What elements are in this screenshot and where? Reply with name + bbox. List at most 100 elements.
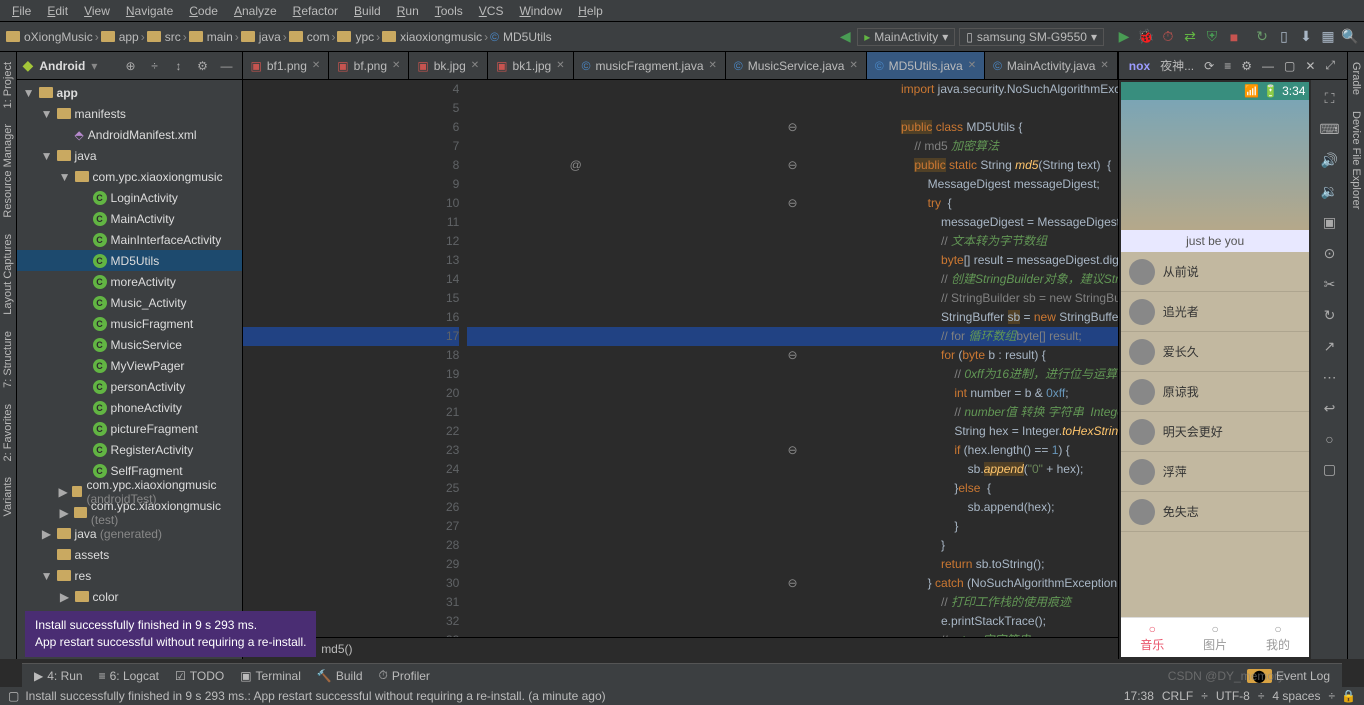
tree-item[interactable]: ▶com.ypc.xiaoxiongmusic (test) xyxy=(17,502,242,523)
logcat-tab[interactable]: ≡ 6: Logcat xyxy=(99,669,159,683)
menu-edit[interactable]: Edit xyxy=(39,4,76,18)
tree-item[interactable]: CMyViewPager xyxy=(17,355,242,376)
expand-icon[interactable]: ⤢ xyxy=(1325,58,1335,73)
menu-view[interactable]: View xyxy=(76,4,118,18)
keyboard-icon[interactable]: ⌨ xyxy=(1319,121,1339,138)
song-item[interactable]: 从前说 xyxy=(1121,252,1310,292)
compass-icon[interactable]: ⊕ xyxy=(122,59,140,73)
editor-tab[interactable]: ▣bf1.png✕ xyxy=(243,52,330,79)
hide-icon[interactable]: — xyxy=(218,59,236,73)
song-item[interactable]: 免失志 xyxy=(1121,492,1310,532)
back-icon[interactable]: ↩ xyxy=(1324,400,1336,417)
tree-item[interactable]: ▼manifests xyxy=(17,103,242,124)
rotate-icon[interactable]: ↻ xyxy=(1324,307,1336,324)
collapse-icon[interactable]: ↕ xyxy=(170,59,188,73)
close-icon[interactable]: ✕ xyxy=(556,60,564,71)
song-item[interactable]: 爱长久 xyxy=(1121,332,1310,372)
tree-item[interactable]: ▼res xyxy=(17,565,242,586)
tree-item[interactable]: CpersonActivity xyxy=(17,376,242,397)
editor-tab[interactable]: ▣bk.jpg✕ xyxy=(409,52,488,79)
maximize-icon[interactable]: ▢ xyxy=(1284,59,1295,73)
menu-navigate[interactable]: Navigate xyxy=(118,4,181,18)
close-icon[interactable]: ✕ xyxy=(392,60,400,71)
profile-icon[interactable]: ⏱ xyxy=(1160,29,1176,45)
tree-item[interactable]: CphoneActivity xyxy=(17,397,242,418)
run-config-dropdown[interactable]: ▸MainActivity▾ xyxy=(857,28,955,46)
code-editor[interactable]: 4567891011121314151617181920212223242526… xyxy=(243,80,1118,637)
breadcrumb-item[interactable]: main xyxy=(189,30,233,44)
project-view-title[interactable]: Android xyxy=(39,59,85,73)
share-icon[interactable]: ↗ xyxy=(1324,338,1336,355)
menu-help[interactable]: Help xyxy=(570,4,611,18)
sdk-icon[interactable]: ⬇ xyxy=(1298,29,1314,45)
device-dropdown[interactable]: ▯samsung SM-G9550▾ xyxy=(959,28,1104,46)
phone-nav-item[interactable]: ○图片 xyxy=(1184,618,1247,657)
tree-item[interactable]: CmusicFragment xyxy=(17,313,242,334)
menu-icon[interactable]: ≡ xyxy=(1224,59,1231,73)
stripe-resource-manager[interactable]: Resource Manager xyxy=(2,124,14,218)
status-indent[interactable]: 4 spaces xyxy=(1272,689,1320,703)
home-icon[interactable]: ○ xyxy=(1325,431,1333,447)
close-icon[interactable]: ✕ xyxy=(1305,59,1315,73)
menu-analyze[interactable]: Analyze xyxy=(226,4,285,18)
stop-icon[interactable]: ■ xyxy=(1226,29,1242,45)
attach-icon[interactable]: ⇄ xyxy=(1182,29,1198,45)
screenshot-icon[interactable]: ▣ xyxy=(1323,214,1336,231)
song-item[interactable]: 明天会更好 xyxy=(1121,412,1310,452)
structure-icon[interactable]: ▦ xyxy=(1320,29,1336,45)
volume-up-icon[interactable]: 🔊 xyxy=(1321,152,1338,169)
run-tab[interactable]: ▶ 4: Run xyxy=(34,669,83,683)
close-icon[interactable]: ✕ xyxy=(849,60,857,71)
menu-tools[interactable]: Tools xyxy=(427,4,471,18)
menu-code[interactable]: Code xyxy=(181,4,226,18)
song-list[interactable]: 从前说追光者爱长久原谅我明天会更好浮萍免失志 xyxy=(1121,252,1310,617)
coverage-icon[interactable]: ⛨ xyxy=(1204,29,1220,45)
breadcrumb-item[interactable]: xiaoxiongmusic xyxy=(382,30,482,44)
editor-tab[interactable]: ©MD5Utils.java✕ xyxy=(867,52,985,79)
fullscreen-icon[interactable]: ⛶ xyxy=(1325,90,1335,107)
tree-item[interactable]: ⬘AndroidManifest.xml xyxy=(17,124,242,145)
editor-tab[interactable]: ©MainActivity.java✕ xyxy=(985,52,1118,79)
stripe-layout-captures[interactable]: Layout Captures xyxy=(2,234,14,315)
now-playing-banner[interactable]: just be you xyxy=(1121,230,1310,252)
stripe-device-file-explorer[interactable]: Device File Explorer xyxy=(1350,111,1362,209)
refresh-icon[interactable]: ⟳ xyxy=(1204,59,1214,73)
close-icon[interactable]: ✕ xyxy=(709,60,717,71)
tree-item[interactable]: assets xyxy=(17,544,242,565)
recent-icon[interactable]: ▢ xyxy=(1323,461,1336,478)
breadcrumb-item[interactable]: app xyxy=(101,30,139,44)
phone-nav-item[interactable]: ○音乐 xyxy=(1121,618,1184,657)
tree-item[interactable]: CLoginActivity xyxy=(17,187,242,208)
stripe-2-favorites[interactable]: 2: Favorites xyxy=(2,404,14,461)
breadcrumb-item[interactable]: oXiongMusic xyxy=(6,30,93,44)
close-icon[interactable]: ✕ xyxy=(1100,60,1108,71)
phone-bottom-nav[interactable]: ○音乐○图片○我的 xyxy=(1121,617,1310,657)
tree-item[interactable]: CMusicService xyxy=(17,334,242,355)
breadcrumb-item[interactable]: src xyxy=(147,30,181,44)
song-item[interactable]: 浮萍 xyxy=(1121,452,1310,492)
search-icon[interactable]: 🔍 xyxy=(1342,29,1358,45)
stripe-1-project[interactable]: 1: Project xyxy=(2,62,14,108)
stripe-gradle[interactable]: Gradle xyxy=(1350,62,1362,95)
menu-build[interactable]: Build xyxy=(346,4,389,18)
song-item[interactable]: 原谅我 xyxy=(1121,372,1310,412)
tree-item[interactable]: CpictureFragment xyxy=(17,418,242,439)
song-item[interactable]: 追光者 xyxy=(1121,292,1310,332)
status-icon[interactable]: ▢ xyxy=(8,689,19,703)
lock-icon[interactable]: 🔒 xyxy=(1341,689,1356,703)
menu-refactor[interactable]: Refactor xyxy=(285,4,346,18)
breadcrumb-item[interactable]: java xyxy=(241,30,281,44)
editor-tab[interactable]: ▣bf.png✕ xyxy=(329,52,409,79)
stripe-variants[interactable]: Variants xyxy=(2,477,14,517)
close-icon[interactable]: ✕ xyxy=(312,60,320,71)
build-tab[interactable]: 🔨 Build xyxy=(317,669,363,683)
menu-window[interactable]: Window xyxy=(511,4,570,18)
tree-item[interactable]: CMD5Utils xyxy=(17,250,242,271)
tree-item[interactable]: ▼app xyxy=(17,82,242,103)
debug-icon[interactable]: 🐞 xyxy=(1138,29,1154,45)
tree-item[interactable]: ▼com.ypc.xiaoxiongmusic xyxy=(17,166,242,187)
phone-nav-item[interactable]: ○我的 xyxy=(1247,618,1310,657)
tree-item[interactable]: ▶color xyxy=(17,586,242,607)
profiler-tab[interactable]: ⏱ Profiler xyxy=(379,668,430,683)
editor-tab[interactable]: ©MusicService.java✕ xyxy=(726,52,867,79)
